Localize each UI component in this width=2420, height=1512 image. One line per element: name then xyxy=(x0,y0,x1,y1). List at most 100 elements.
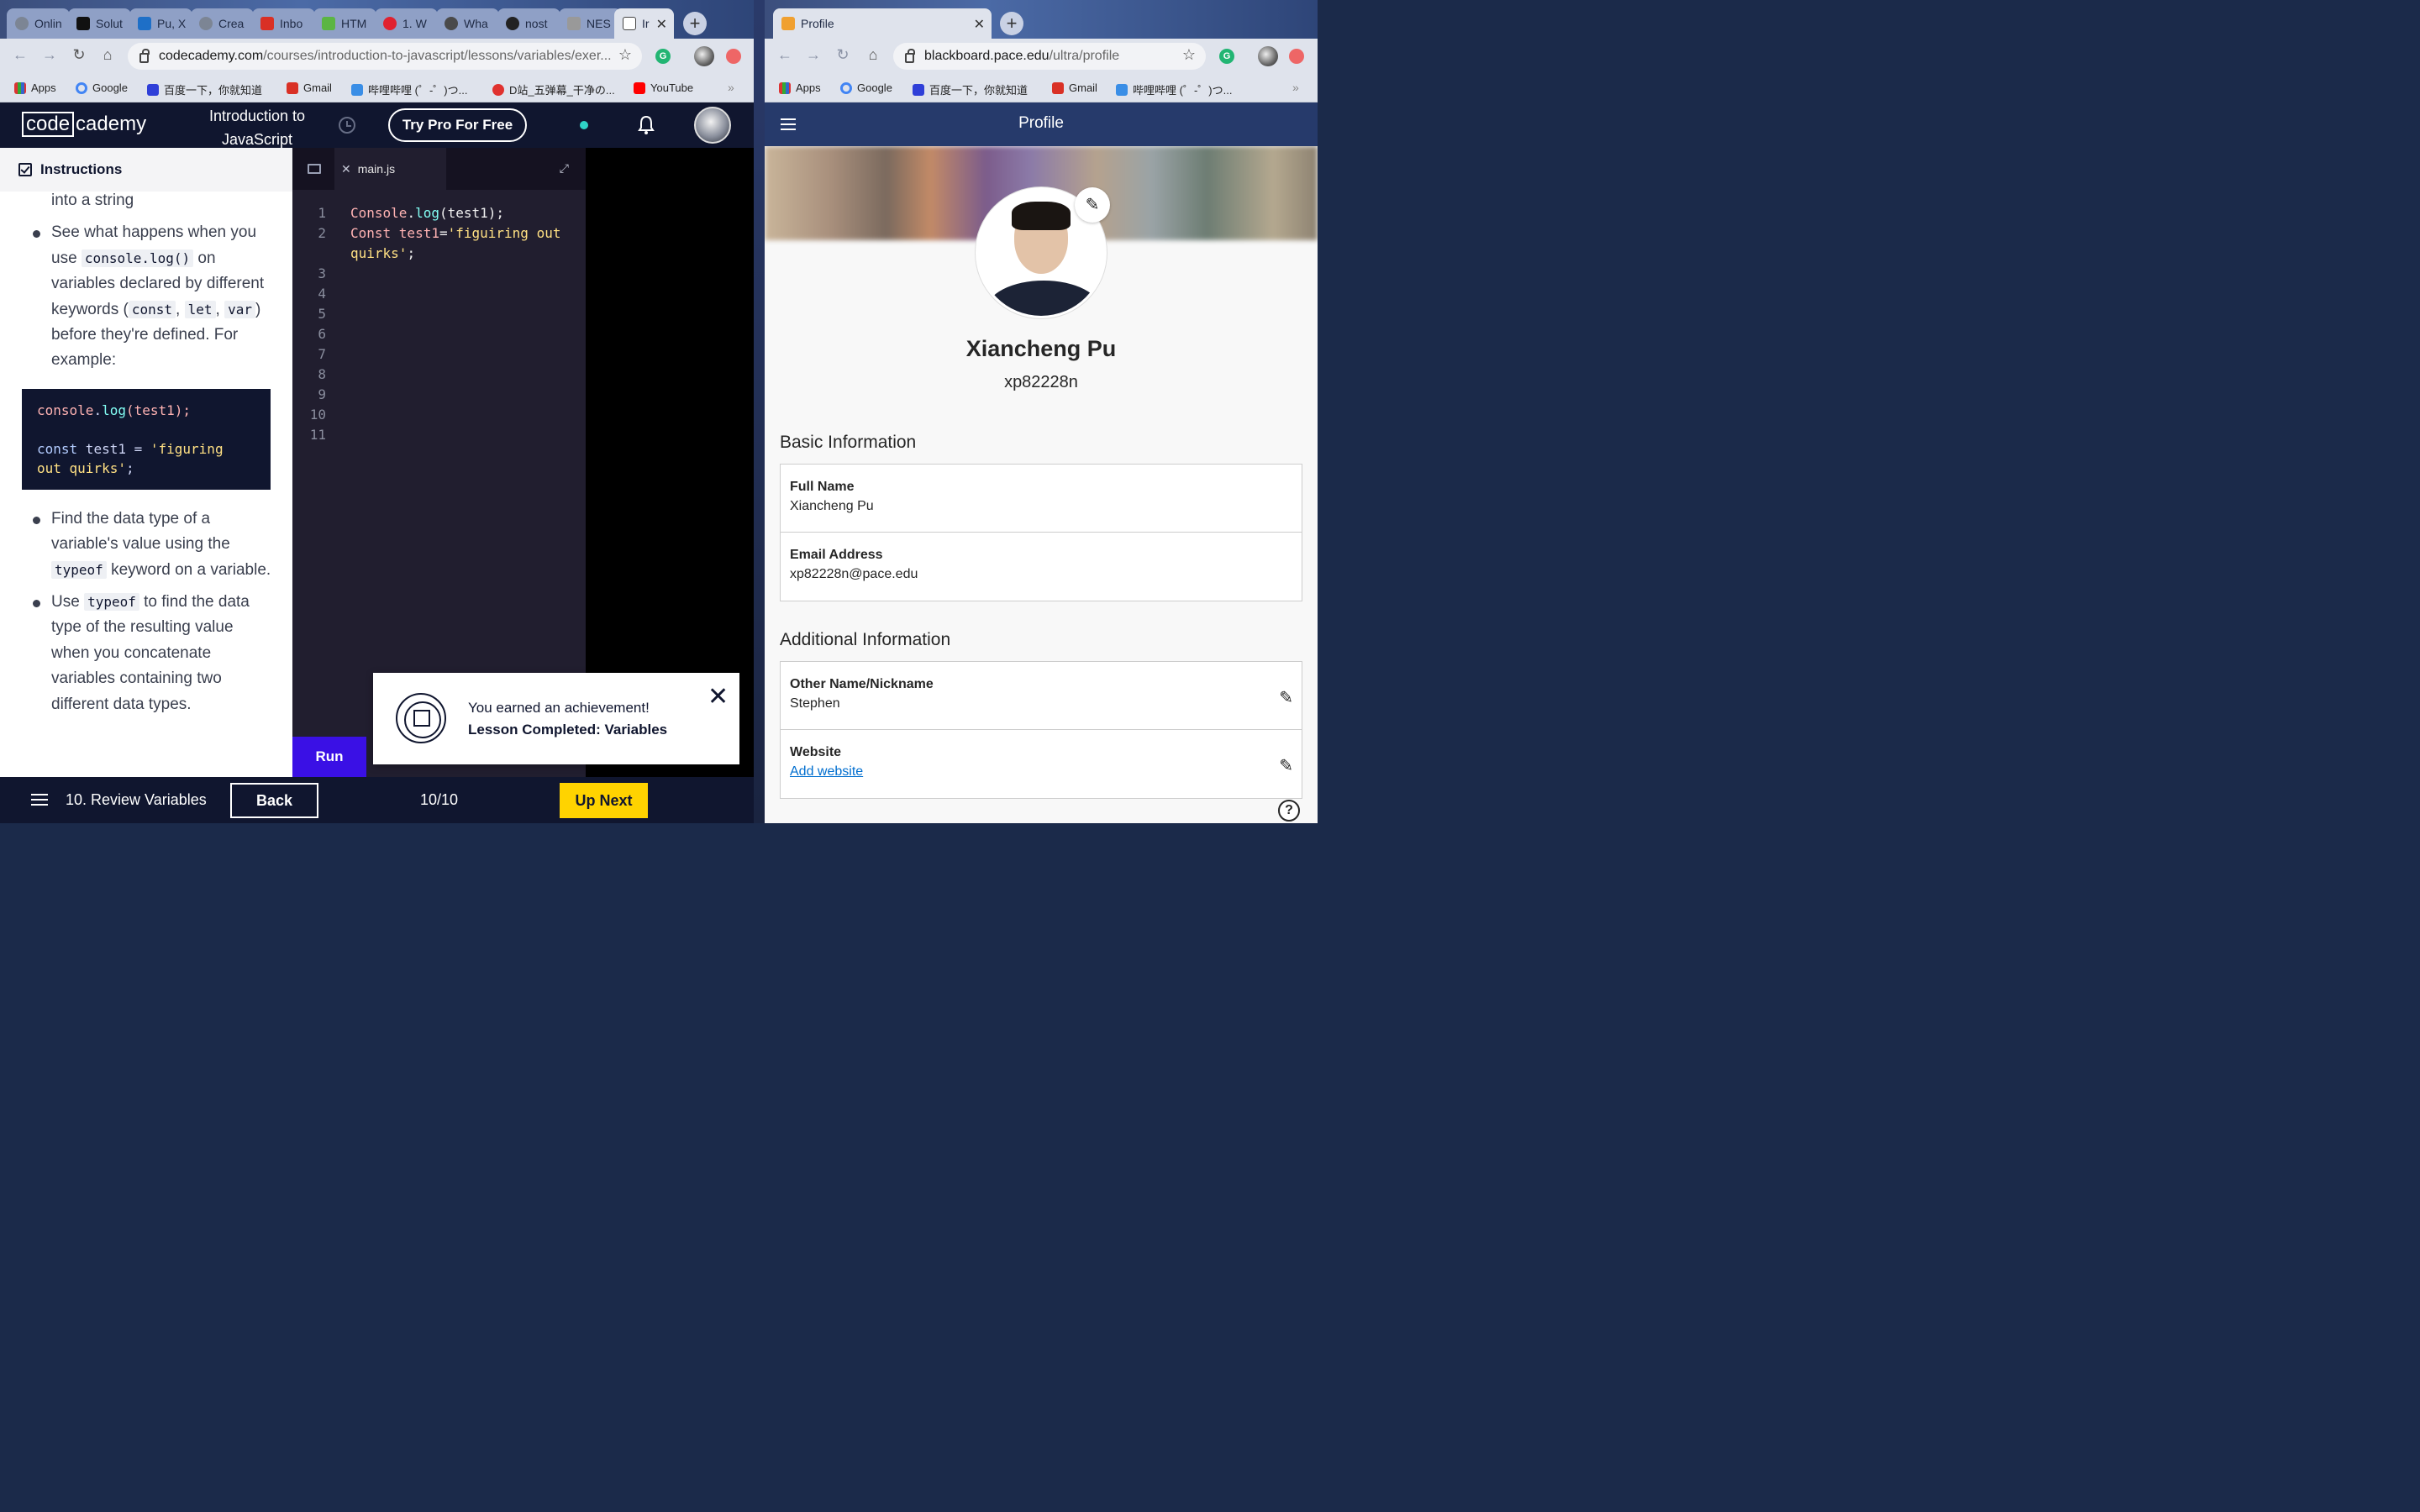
line-number: 4 xyxy=(318,286,326,302)
browser-tab[interactable]: 1. W xyxy=(375,8,438,39)
bookmark-youtube[interactable]: YouTube xyxy=(634,81,693,94)
user-avatar[interactable] xyxy=(694,107,731,144)
line-number: 10 xyxy=(309,407,326,423)
forward-arrow-icon[interactable]: → xyxy=(804,46,823,64)
bookmark-baidu[interactable]: 百度一下，你就知道 xyxy=(147,81,262,97)
browser-tab[interactable]: NES xyxy=(559,8,622,39)
tab-strip: Onlin Solut Pu, X Crea Inbo HTM 1. W Wha… xyxy=(0,0,754,39)
bookmark-bilibili[interactable]: 哔哩哔哩 (゜-゜)つ... xyxy=(1116,81,1232,97)
code-line[interactable]: 7 xyxy=(292,344,586,365)
grammarly-extension-icon[interactable]: G xyxy=(1219,49,1234,64)
editor-code-area[interactable]: 1 Console.log(test1); 2 Const test1='figuir… xyxy=(292,203,586,445)
codecademy-logo[interactable]: code cademy xyxy=(22,112,146,137)
code-line[interactable]: 3 xyxy=(292,264,586,284)
code-line[interactable]: 9 xyxy=(292,385,586,405)
browser-tab[interactable]: HTM xyxy=(313,8,376,39)
code-token: quirks' xyxy=(350,245,408,261)
reload-icon[interactable]: ↻ xyxy=(70,46,88,64)
run-button[interactable]: Run xyxy=(292,737,366,777)
bookmark-bilibili[interactable]: 哔哩哔哩 (゜-゜)つ... xyxy=(351,81,467,97)
bookmarks-bar: Apps Google 百度一下，你就知道 Gmail 哔哩哔哩 (゜-゜)つ.… xyxy=(765,74,1318,102)
expand-icon[interactable]: ⤢ xyxy=(560,161,569,176)
lesson-name[interactable]: 10. Review Variables xyxy=(66,791,207,809)
bookmark-google[interactable]: Google xyxy=(76,81,128,94)
profile-avatar-icon[interactable] xyxy=(1258,46,1278,66)
code-line[interactable]: 11 xyxy=(292,425,586,445)
bookmark-apps[interactable]: Apps xyxy=(779,81,821,94)
more-bookmarks-icon[interactable]: » xyxy=(728,81,734,94)
code-line[interactable]: 2 Const test1='figuiring out xyxy=(292,223,586,244)
forward-arrow-icon[interactable]: → xyxy=(40,46,59,64)
bilibili-icon xyxy=(351,83,363,96)
update-extension-icon[interactable] xyxy=(1289,49,1304,64)
code-token: . xyxy=(407,205,416,221)
code-line[interactable]: 4 xyxy=(292,284,586,304)
instruction-bullet: Find the data type of a variable's value… xyxy=(0,507,292,583)
tab-strip: Profile ✕ + xyxy=(765,0,1318,39)
browser-tab[interactable]: Wha xyxy=(436,8,499,39)
google-icon xyxy=(840,81,852,94)
checkbox-icon xyxy=(18,163,32,176)
folder-icon[interactable] xyxy=(308,164,321,174)
browser-tab[interactable]: Inbo xyxy=(252,8,315,39)
instructions-header[interactable]: Instructions xyxy=(0,148,292,192)
code-line[interactable]: 6 xyxy=(292,324,586,344)
reload-icon[interactable]: ↻ xyxy=(834,46,852,64)
edit-website-pencil-icon[interactable]: ✎ xyxy=(1279,755,1293,776)
browser-tab[interactable]: Pu, X xyxy=(129,8,192,39)
code-line[interactable]: 8 xyxy=(292,365,586,385)
basic-information-card: Full Name Xiancheng Pu Email Address xp8… xyxy=(780,464,1302,601)
more-bookmarks-icon[interactable]: » xyxy=(1292,81,1299,94)
new-tab-button[interactable]: + xyxy=(1000,12,1023,35)
line-number: 9 xyxy=(318,386,326,402)
bookmark-google[interactable]: Google xyxy=(840,81,892,94)
code-line[interactable]: 5 xyxy=(292,304,586,324)
add-website-link[interactable]: Add website xyxy=(790,764,863,780)
up-next-button[interactable]: Up Next xyxy=(560,783,648,818)
browser-tab-active[interactable]: Profile ✕ xyxy=(773,8,992,39)
additional-information-heading: Additional Information xyxy=(780,630,951,649)
grammarly-extension-icon[interactable]: G xyxy=(655,49,671,64)
try-pro-button[interactable]: Try Pro For Free xyxy=(388,108,527,142)
bell-icon[interactable] xyxy=(638,115,655,135)
browser-tab[interactable]: Solut xyxy=(68,8,131,39)
edit-photo-pencil-icon[interactable]: ✎ xyxy=(1075,187,1110,223)
github-icon xyxy=(506,17,519,30)
home-icon[interactable]: ⌂ xyxy=(864,46,882,64)
code-line[interactable]: 1 Console.log(test1); xyxy=(292,203,586,223)
bookmark-dzhan[interactable]: D站_五弹幕_干净の... xyxy=(492,81,615,97)
bookmark-gmail[interactable]: Gmail xyxy=(287,81,332,94)
bookmark-star-icon[interactable]: ☆ xyxy=(1182,46,1196,64)
edit-nickname-pencil-icon[interactable]: ✎ xyxy=(1279,687,1293,708)
update-extension-icon[interactable] xyxy=(726,49,741,64)
close-icon[interactable]: ✕ xyxy=(708,685,729,710)
course-title[interactable]: Introduction to JavaScript xyxy=(190,104,324,151)
back-arrow-icon[interactable]: ← xyxy=(11,46,29,64)
bookmark-apps[interactable]: Apps xyxy=(14,81,56,94)
home-icon[interactable]: ⌂ xyxy=(98,46,117,64)
profile-avatar-icon[interactable] xyxy=(694,46,714,66)
menu-icon[interactable] xyxy=(31,794,48,806)
code-line[interactable]: quirks'; xyxy=(292,244,586,264)
file-tab-main-js[interactable]: ✕ main.js xyxy=(334,148,446,190)
code-line[interactable]: 10 xyxy=(292,405,586,425)
close-tab-icon[interactable]: ✕ xyxy=(974,16,985,33)
new-tab-button[interactable]: + xyxy=(683,12,707,35)
close-tab-icon[interactable]: ✕ xyxy=(656,16,667,33)
bookmark-gmail[interactable]: Gmail xyxy=(1052,81,1097,94)
browser-tab-active[interactable]: Ir ✕ xyxy=(614,8,674,39)
code-token: log xyxy=(415,205,439,221)
back-button[interactable]: Back xyxy=(230,783,318,818)
close-file-icon[interactable]: ✕ xyxy=(341,162,351,176)
help-icon[interactable]: ? xyxy=(1278,800,1300,822)
address-bar[interactable]: codecademy.com/courses/introduction-to-j… xyxy=(128,43,642,70)
bookmark-star-icon[interactable]: ☆ xyxy=(618,46,632,64)
back-arrow-icon[interactable]: ← xyxy=(776,46,794,64)
browser-tab[interactable]: nost xyxy=(497,8,560,39)
browser-tab[interactable]: Onlin xyxy=(7,8,70,39)
bookmark-baidu[interactable]: 百度一下，你就知道 xyxy=(913,81,1028,97)
address-bar[interactable]: blackboard.pace.edu/ultra/profile ☆ xyxy=(893,43,1206,70)
alarm-clock-icon[interactable] xyxy=(339,117,355,134)
gmail-icon xyxy=(1052,81,1064,94)
browser-tab[interactable]: Crea xyxy=(191,8,254,39)
